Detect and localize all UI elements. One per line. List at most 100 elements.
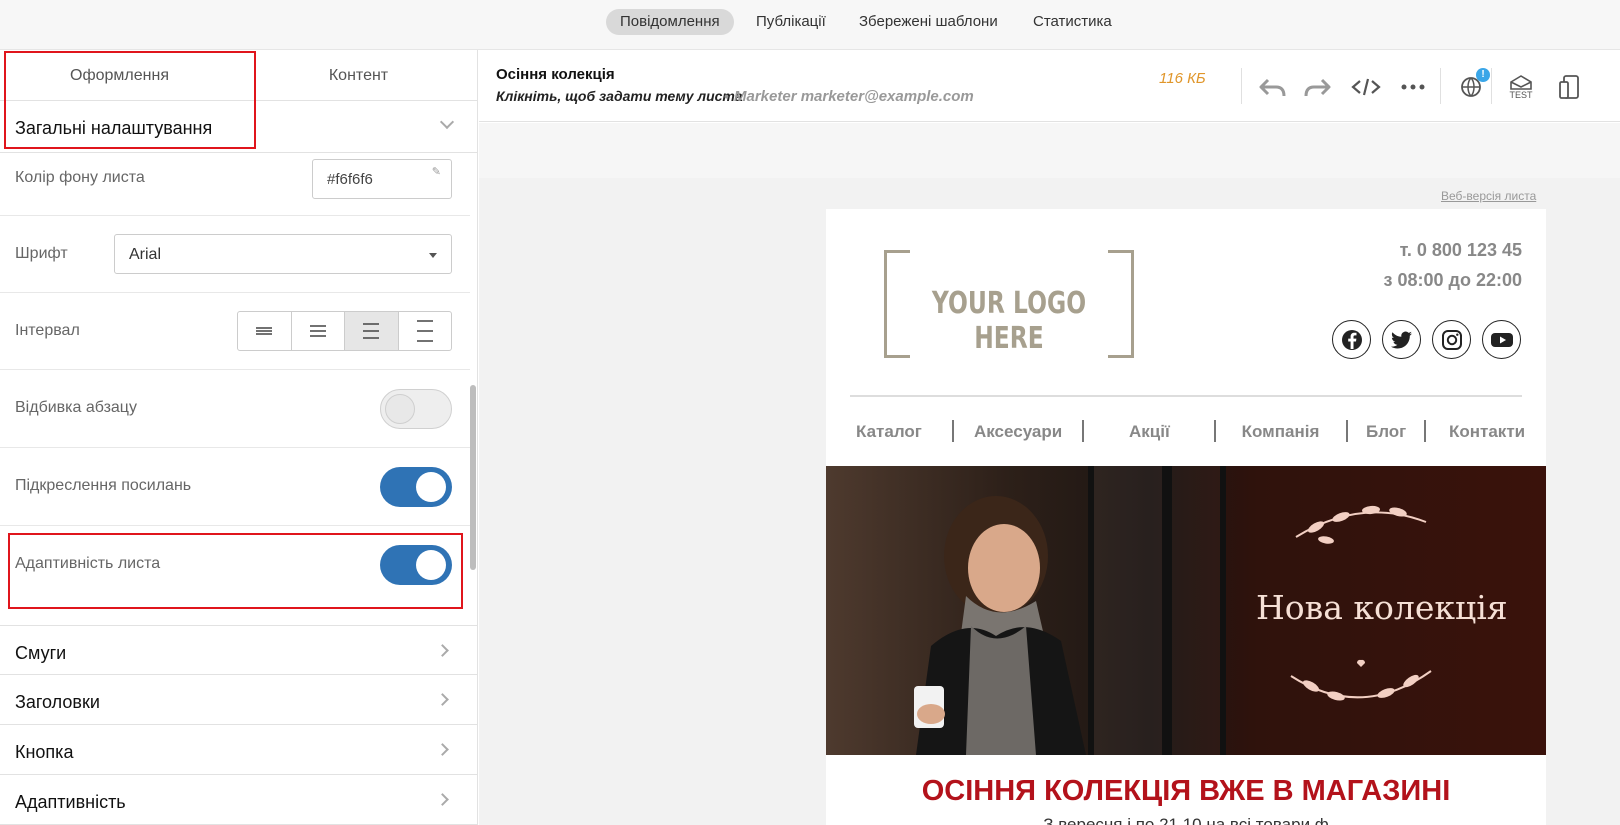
chevron-right-icon bbox=[436, 793, 449, 806]
email-headline: ОСІННЯ КОЛЕКЦІЯ ВЖЕ В МАГАЗИНІ bbox=[921, 775, 1451, 807]
door-frame bbox=[1166, 466, 1226, 755]
accordion-button[interactable]: Кнопка bbox=[0, 725, 477, 775]
message-name[interactable]: Осіння колекція bbox=[496, 66, 615, 83]
bg-color-input[interactable]: #f6f6f6 ✎ bbox=[312, 159, 452, 199]
nav-separator bbox=[952, 420, 954, 442]
scrollbar[interactable] bbox=[470, 385, 476, 570]
toggle-knob bbox=[385, 394, 415, 424]
twitter-icon[interactable] bbox=[1382, 320, 1421, 359]
web-version-link[interactable]: Веб-версія листа bbox=[1441, 189, 1536, 203]
adaptive-label: Адаптивність листа bbox=[15, 555, 161, 572]
paragraph-toggle[interactable] bbox=[380, 389, 452, 429]
accordion-title: Заголовки bbox=[15, 692, 100, 712]
logo-text: YOUR LOGO HERE bbox=[931, 286, 1087, 356]
underline-toggle[interactable] bbox=[380, 467, 452, 507]
bg-color-label: Колір фону листа bbox=[15, 169, 145, 186]
toggle-knob bbox=[416, 550, 446, 580]
more-icon[interactable] bbox=[1396, 70, 1430, 104]
accordion-adaptive[interactable]: Адаптивність bbox=[0, 775, 477, 825]
toggle-knob bbox=[416, 472, 446, 502]
laurel-bottom-decoration bbox=[1290, 659, 1432, 701]
interval-option-normal[interactable] bbox=[292, 312, 345, 350]
redo-icon[interactable] bbox=[1301, 70, 1335, 104]
accordion-title: Кнопка bbox=[15, 742, 74, 762]
hero-banner[interactable]: Нова колекція bbox=[826, 466, 1546, 755]
contact-info: т. 0 800 123 45 з 08:00 до 22:00 bbox=[1384, 235, 1522, 295]
chevron-right-icon bbox=[436, 743, 449, 756]
header-divider bbox=[850, 395, 1522, 397]
nav-separator bbox=[1082, 420, 1084, 442]
youtube-icon[interactable] bbox=[1482, 320, 1521, 359]
paragraph-row: Відбивка абзацу bbox=[0, 370, 470, 448]
tab-design[interactable]: Оформлення bbox=[0, 50, 239, 100]
test-icon[interactable]: TEST bbox=[1504, 70, 1538, 104]
caret-down-icon bbox=[429, 253, 437, 258]
email-nav-promotions[interactable]: Акції bbox=[1129, 422, 1170, 442]
subject-placeholder[interactable]: Клікніть, щоб задати тему листа bbox=[496, 88, 743, 104]
bg-color-row: Колір фону листа #f6f6f6 ✎ bbox=[0, 153, 470, 216]
device-preview-icon[interactable] bbox=[1552, 70, 1586, 104]
nav-separator bbox=[1424, 420, 1426, 442]
chevron-down-icon bbox=[439, 114, 455, 130]
font-row: Шрифт Arial bbox=[0, 216, 470, 293]
toolbar-divider bbox=[1241, 68, 1242, 104]
accordion-title: Адаптивність bbox=[15, 792, 126, 812]
accordion-stripes[interactable]: Смуги bbox=[0, 625, 477, 675]
underline-row: Підкреслення посилань bbox=[0, 448, 470, 526]
tab-content[interactable]: Контент bbox=[239, 50, 477, 100]
section-title: Загальні налаштування bbox=[15, 118, 213, 138]
logo-bracket-right bbox=[1108, 250, 1134, 358]
tab-saved-templates[interactable]: Збережені шаблони bbox=[845, 9, 1012, 35]
line-spacing-widest-icon bbox=[416, 320, 433, 342]
laurel-top-decoration bbox=[1295, 505, 1427, 544]
settings-panel: Оформлення Контент Загальні налаштування… bbox=[0, 50, 478, 825]
interval-option-wide[interactable] bbox=[345, 312, 399, 350]
working-hours: з 08:00 до 22:00 bbox=[1383, 270, 1522, 290]
tab-messages[interactable]: Повідомлення bbox=[606, 9, 734, 35]
facebook-icon[interactable] bbox=[1332, 320, 1371, 359]
hero-title: Нова колекція bbox=[1256, 588, 1508, 627]
general-settings-header[interactable]: Загальні налаштування bbox=[0, 101, 477, 153]
email-nav-blog[interactable]: Блог bbox=[1366, 422, 1406, 442]
chevron-right-icon bbox=[436, 644, 449, 657]
toolbar-divider bbox=[1491, 68, 1492, 104]
adaptive-toggle[interactable] bbox=[380, 545, 452, 585]
email-subline: З вересня і по 21.10 на всі товари ф bbox=[1043, 815, 1329, 825]
top-navigation: Повідомлення Публікації Збережені шаблон… bbox=[0, 0, 1620, 50]
message-size: 116 КБ bbox=[1159, 70, 1206, 87]
line-spacing-compact-icon bbox=[256, 327, 273, 335]
notification-badge: ! bbox=[1476, 68, 1490, 82]
email-nav-catalog[interactable]: Каталог bbox=[856, 422, 922, 442]
email-preview: YOUR LOGO HERE т. 0 800 123 45 з 08:00 д… bbox=[826, 209, 1546, 825]
font-label: Шрифт bbox=[15, 245, 68, 262]
sender[interactable]: Marketer marketer@example.com bbox=[734, 88, 974, 105]
font-select[interactable]: Arial bbox=[114, 234, 452, 274]
code-icon[interactable] bbox=[1349, 70, 1383, 104]
tab-publications[interactable]: Публікації bbox=[742, 9, 840, 35]
interval-option-widest[interactable] bbox=[399, 312, 452, 350]
interval-row: Інтервал bbox=[0, 293, 470, 370]
interval-label: Інтервал bbox=[15, 322, 80, 339]
test-label: TEST bbox=[1509, 90, 1533, 100]
font-value: Arial bbox=[129, 246, 162, 263]
woman-photo-illustration bbox=[914, 496, 1086, 755]
chevron-right-icon bbox=[436, 693, 449, 706]
undo-icon[interactable] bbox=[1255, 70, 1289, 104]
email-nav-contacts[interactable]: Контакти bbox=[1449, 422, 1525, 442]
underline-label: Підкреслення посилань bbox=[15, 477, 192, 494]
accordion-title: Смуги bbox=[15, 643, 67, 663]
instagram-icon[interactable] bbox=[1432, 320, 1471, 359]
bullet-separator: • bbox=[724, 88, 729, 104]
line-spacing-wide-icon bbox=[363, 323, 380, 339]
email-nav-accessories[interactable]: Аксесуари bbox=[974, 422, 1062, 442]
interval-option-compact[interactable] bbox=[238, 312, 292, 350]
accordion-headings[interactable]: Заголовки bbox=[0, 675, 477, 725]
editor-header: Осіння колекція Клікніть, щоб задати тем… bbox=[479, 50, 1620, 122]
email-nav-company[interactable]: Компанія bbox=[1215, 422, 1346, 442]
adaptive-row: Адаптивність листа bbox=[0, 526, 470, 604]
tab-statistics[interactable]: Статистика bbox=[1019, 9, 1126, 35]
toolbar-divider bbox=[1440, 68, 1441, 104]
logo-placeholder[interactable]: YOUR LOGO HERE bbox=[884, 250, 1134, 358]
bg-color-value: #f6f6f6 bbox=[327, 171, 373, 188]
line-spacing-normal-icon bbox=[309, 325, 326, 337]
